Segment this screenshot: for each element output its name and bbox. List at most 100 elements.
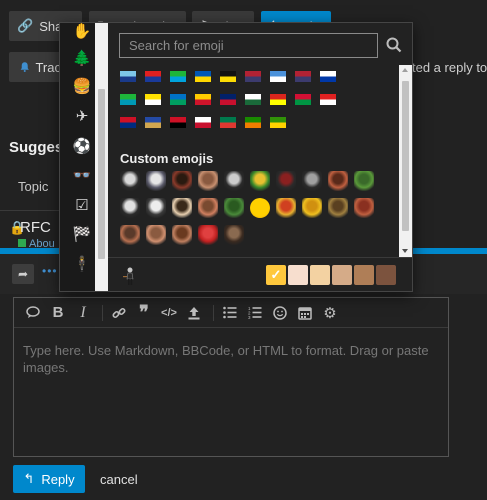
blockquote-icon[interactable]: ❞ <box>133 302 155 324</box>
composer-editor[interactable]: B I ❞ </> 123 ⚙ Type here. Use Markdown,… <box>13 297 449 457</box>
bold-icon[interactable]: B <box>47 302 69 324</box>
emoji-search-input[interactable] <box>119 33 378 58</box>
reply-button-label: Reply <box>41 471 75 487</box>
flag-british-virgin-islands[interactable] <box>220 94 236 105</box>
checkered-flag-icon[interactable]: 🏁 <box>72 224 92 244</box>
flag-vietnam[interactable] <box>270 94 286 105</box>
custom-emoji-frog[interactable] <box>224 198 244 218</box>
reply-action-button[interactable]: ➦ <box>12 264 34 284</box>
tree-icon[interactable]: 🌲 <box>72 48 92 68</box>
checkbox-icon[interactable]: ☑ <box>72 195 92 215</box>
glasses-icon[interactable]: 👓 <box>72 165 92 185</box>
custom-emoji-face-1[interactable] <box>172 171 192 191</box>
numbered-list-icon[interactable]: 123 <box>244 302 266 324</box>
custom-emoji-face-10[interactable] <box>172 225 192 245</box>
custom-emoji-face-6[interactable] <box>276 198 296 218</box>
skin-tone-light[interactable] <box>288 265 308 285</box>
custom-emoji-figure-4[interactable] <box>250 171 270 191</box>
airplane-icon[interactable]: ✈ <box>72 106 92 126</box>
code-icon[interactable]: </> <box>158 302 180 324</box>
bullet-list-icon[interactable] <box>219 302 241 324</box>
category-scrollbar-thumb[interactable] <box>98 89 105 259</box>
scroll-up-arrow-icon[interactable] <box>402 68 408 72</box>
scroll-down-arrow-icon[interactable] <box>402 249 408 253</box>
custom-emoji-face-5[interactable] <box>198 198 218 218</box>
custom-emoji-pig[interactable] <box>328 198 348 218</box>
flag-turks-caicos[interactable] <box>120 71 136 82</box>
flag-ukraine[interactable] <box>195 71 211 82</box>
flag-us-virgin-islands[interactable] <box>245 94 261 105</box>
track-button[interactable]: Trac <box>9 52 61 82</box>
custom-emoji-face-7[interactable] <box>354 198 374 218</box>
hand-icon[interactable]: ✋ <box>72 23 92 41</box>
custom-emoji-grid <box>120 171 380 245</box>
flag-united-nations[interactable] <box>270 71 286 82</box>
flag-uzbekistan[interactable] <box>120 94 136 105</box>
custom-emoji-figure-9[interactable] <box>224 225 244 245</box>
reply-button[interactable]: ↰ Reply <box>13 465 85 493</box>
flag-vanuatu[interactable] <box>295 94 311 105</box>
custom-emoji-face-8[interactable] <box>120 225 140 245</box>
custom-emoji-face-11[interactable] <box>198 225 218 245</box>
flag-yemen[interactable] <box>170 117 186 128</box>
flag-st-vincent[interactable] <box>170 94 186 105</box>
skin-tone-medium-light[interactable] <box>310 265 330 285</box>
svg-text:3: 3 <box>248 315 251 319</box>
flag-vatican[interactable] <box>145 94 161 105</box>
divider <box>0 210 60 211</box>
skin-tone-medium[interactable] <box>332 265 352 285</box>
italic-icon[interactable]: I <box>72 302 94 324</box>
topic-column-header: Topic <box>18 179 49 194</box>
custom-emoji-figure-8[interactable] <box>146 198 166 218</box>
flag-venezuela[interactable] <box>195 94 211 105</box>
upload-icon[interactable] <box>183 302 205 324</box>
flag-usa-2[interactable] <box>295 71 311 82</box>
flag-samoa[interactable] <box>120 117 136 128</box>
custom-emoji-figure-7[interactable] <box>120 198 140 218</box>
custom-emoji-figure-6[interactable] <box>302 171 322 191</box>
cancel-link[interactable]: cancel <box>100 472 138 487</box>
reply-to-more[interactable]: ••• <box>42 264 58 278</box>
track-label: Trac <box>35 59 61 75</box>
soccer-icon[interactable]: ⚽ <box>72 136 92 156</box>
custom-emoji-figure-1[interactable] <box>120 171 140 191</box>
flag-wallis-futuna[interactable] <box>320 94 336 105</box>
skin-tone-default[interactable]: ✓ <box>266 265 286 285</box>
link-icon[interactable] <box>108 302 130 324</box>
flag-taiwan[interactable] <box>145 71 161 82</box>
flag-kosovo[interactable] <box>145 117 161 128</box>
flag-uruguay[interactable] <box>320 71 336 82</box>
skin-tone-dark[interactable] <box>376 265 396 285</box>
search-icon[interactable] <box>386 37 402 53</box>
editor-placeholder: Type here. Use Markdown, BBCode, or HTML… <box>23 343 429 375</box>
custom-emoji-pepe[interactable] <box>354 171 374 191</box>
emoji-scrollbar-thumb[interactable] <box>402 81 409 231</box>
custom-emoji-figure-5[interactable] <box>276 171 296 191</box>
skin-tone-medium-dark[interactable] <box>354 265 374 285</box>
reply-icon: ↰ <box>23 471 35 486</box>
flag-usa[interactable] <box>245 71 261 82</box>
custom-emoji-figure-2[interactable] <box>146 171 166 191</box>
quote-icon[interactable] <box>22 302 44 324</box>
custom-emoji-face-3[interactable] <box>328 171 348 191</box>
custom-emoji-face-9[interactable] <box>146 225 166 245</box>
calendar-icon[interactable] <box>294 302 316 324</box>
emoji-icon[interactable] <box>269 302 291 324</box>
suggested-topic-link[interactable]: RFC <box>20 219 51 236</box>
flag-zambia[interactable] <box>245 117 261 128</box>
flag-uganda[interactable] <box>220 71 236 82</box>
food-icon[interactable]: 🍔 <box>72 76 92 96</box>
link-icon: 🔗 <box>17 18 34 33</box>
gear-icon[interactable]: ⚙ <box>319 302 341 324</box>
flag-south-africa[interactable] <box>220 117 236 128</box>
flag-mayotte[interactable] <box>195 117 211 128</box>
custom-emoji-thumb[interactable] <box>302 198 322 218</box>
custom-emoji-smiley[interactable] <box>250 198 270 218</box>
flag-zimbabwe[interactable] <box>270 117 286 128</box>
share-arrow-icon: ➦ <box>17 267 29 281</box>
custom-emoji-face-2[interactable] <box>198 171 218 191</box>
custom-icon[interactable]: 🕴 <box>72 254 92 274</box>
custom-emoji-face-4[interactable] <box>172 198 192 218</box>
custom-emoji-figure-3[interactable] <box>224 171 244 191</box>
flag-tanzania[interactable] <box>170 71 186 82</box>
